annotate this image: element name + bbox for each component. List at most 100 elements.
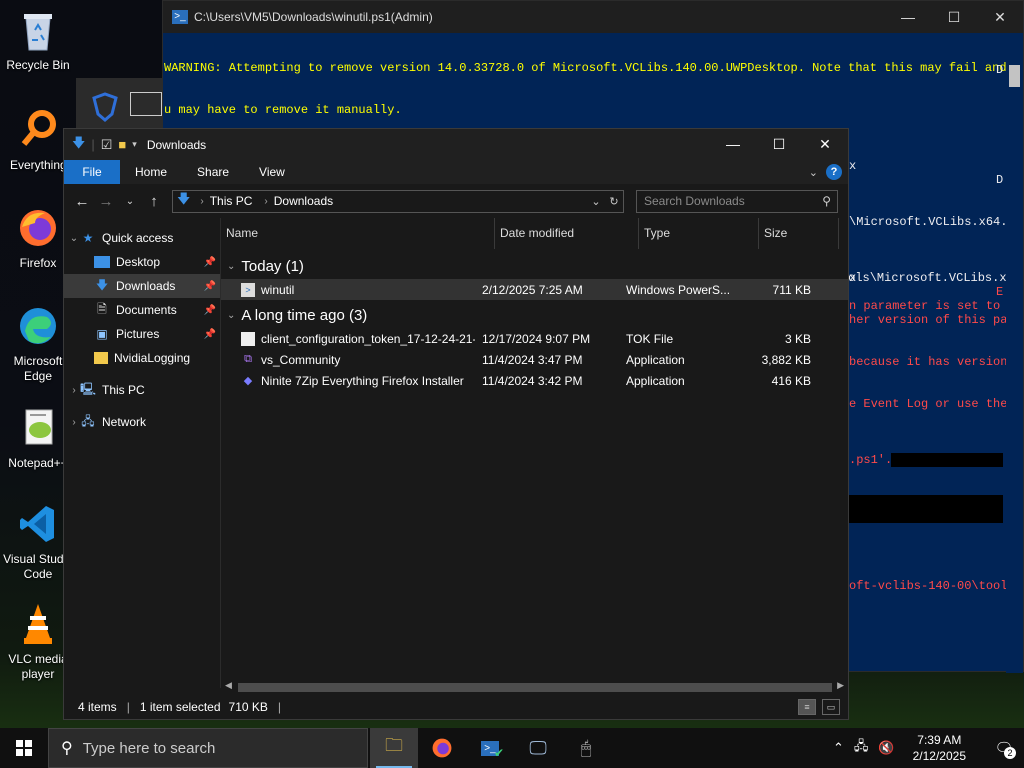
breadcrumb-this-pc[interactable]: This PC — [210, 194, 253, 208]
chevron-down-icon[interactable]: ⌄ — [227, 310, 235, 321]
column-headers: Name Date modified Type Size — [221, 217, 848, 249]
properties-icon[interactable]: ☑ — [101, 137, 113, 153]
search-placeholder: Search Downloads — [644, 194, 745, 208]
file-row[interactable]: > winutil 2/12/2025 7:25 AM Windows Power… — [221, 279, 848, 300]
sidebar-item-documents[interactable]: 🗎 Documents 📌 — [64, 298, 220, 322]
tab-view[interactable]: View — [244, 160, 300, 184]
tab-share[interactable]: Share — [182, 160, 244, 184]
console-fragment: x — [849, 271, 857, 285]
scrollbar-thumb[interactable] — [238, 683, 832, 692]
console-fragment: oft-vclibs-140-00\tool — [849, 579, 1008, 593]
expand-ribbon-icon[interactable]: ⌄ — [809, 166, 818, 179]
taskbar-control-panel[interactable]: 🖵 — [514, 728, 562, 768]
tab-file[interactable]: File — [64, 160, 120, 184]
tab-home[interactable]: Home — [120, 160, 182, 184]
background-app-field[interactable] — [130, 92, 162, 116]
up-button[interactable]: ↑ — [142, 193, 166, 210]
maximize-button[interactable]: ☐ — [931, 9, 977, 26]
new-folder-icon[interactable]: ■ — [118, 137, 126, 152]
group-label: Today (1) — [241, 257, 304, 275]
file-explorer-window[interactable]: 🡇 | ☑ ■ ▾ Downloads — ☐ ✕ File Home Shar… — [63, 128, 849, 720]
column-header-date[interactable]: Date modified — [495, 217, 639, 249]
minimize-button[interactable]: — — [885, 9, 931, 26]
chevron-right-icon[interactable]: › — [68, 385, 80, 396]
group-header[interactable]: ⌄ A long time ago (3) — [221, 302, 848, 328]
console-line: WARNING: Attempting to remove version 14… — [164, 61, 1023, 75]
group-header[interactable]: ⌄ Today (1) — [221, 253, 848, 279]
clock[interactable]: 7:39 AM 2/12/2025 — [905, 732, 974, 764]
explorer-titlebar[interactable]: 🡇 | ☑ ■ ▾ Downloads — ☐ ✕ — [64, 129, 848, 160]
maximize-button[interactable]: ☐ — [756, 136, 802, 153]
scrollbar-thumb[interactable] — [1009, 65, 1020, 87]
address-dropdown-icon[interactable]: ⌄ — [587, 195, 605, 208]
refresh-icon[interactable]: ↻ — [605, 195, 623, 208]
windows-logo-icon — [16, 740, 32, 756]
powershell-title: C:\Users\VM5\Downloads\winutil.ps1(Admin… — [194, 10, 433, 24]
file-date: 11/4/2024 3:42 PM — [482, 373, 583, 388]
help-icon[interactable]: ? — [826, 164, 842, 180]
volume-muted-icon[interactable]: 🔇 — [878, 740, 894, 756]
recent-locations-button[interactable]: ⌄ — [118, 196, 142, 207]
file-type: Application — [626, 352, 685, 367]
taskbar-firefox[interactable] — [418, 728, 466, 768]
breadcrumb-downloads[interactable]: Downloads — [274, 194, 333, 208]
vscode-icon — [14, 500, 62, 548]
powershell-titlebar[interactable]: >_ C:\Users\VM5\Downloads\winutil.ps1(Ad… — [163, 1, 1023, 33]
horizontal-scrollbar[interactable]: ◀ ▶ — [221, 679, 848, 696]
file-name: vs_Community — [261, 352, 341, 367]
taskbar-powershell[interactable]: >_ ✔ — [466, 728, 514, 768]
file-name: client_configuration_token_17-12-24-21-.… — [261, 331, 475, 346]
sidebar-item-label: Pictures — [116, 327, 160, 341]
sidebar-item-network[interactable]: › 🖧 Network — [64, 410, 220, 434]
back-button[interactable]: ← — [70, 193, 94, 210]
large-icons-view-icon[interactable]: ▭ — [822, 699, 840, 715]
powershell-scrollbar[interactable] — [1006, 33, 1023, 673]
mouse-icon: 🖱 — [580, 737, 592, 758]
file-row[interactable]: client_configuration_token_17-12-24-21-.… — [221, 328, 848, 349]
scroll-right-arrow[interactable]: ▶ — [837, 680, 844, 691]
sidebar-item-desktop[interactable]: Desktop 📌 — [64, 250, 220, 274]
selected-size: 710 KB — [228, 700, 268, 714]
firefox-icon — [432, 738, 452, 758]
pin-icon: 📌 — [203, 328, 216, 340]
taskbar-search-box[interactable]: ⚲ Type here to search — [48, 728, 368, 768]
forward-button[interactable]: → — [94, 193, 118, 210]
chevron-down-icon[interactable]: ⌄ — [227, 261, 235, 272]
sidebar-item-this-pc[interactable]: › 🖳 This PC — [64, 378, 220, 402]
sidebar-item-label: This PC — [102, 383, 145, 397]
details-view-icon[interactable]: ≡ — [798, 699, 816, 715]
sidebar-item-downloads[interactable]: 🡇 Downloads 📌 — [64, 274, 220, 298]
search-input[interactable]: Search Downloads ⚲ — [636, 189, 838, 213]
start-button[interactable] — [0, 728, 48, 768]
scroll-left-arrow[interactable]: ◀ — [225, 680, 232, 691]
column-header-type[interactable]: Type — [639, 217, 759, 249]
file-row[interactable]: ⧉ vs_Community 11/4/2024 3:47 PM Applicat… — [221, 349, 848, 370]
chevron-up-icon[interactable]: ⌃ — [833, 740, 844, 756]
console-fragment: D — [996, 173, 1004, 187]
notification-center-button[interactable]: 🗨 2 — [984, 739, 1024, 759]
close-button[interactable]: ✕ — [977, 9, 1023, 26]
star-icon: ★ — [82, 231, 94, 245]
address-bar[interactable]: 🡇 › This PC › Downloads ⌄ ↻ — [172, 189, 624, 213]
item-count: 4 items — [78, 700, 117, 714]
sidebar-item-quick-access[interactable]: ⌄ ★ Quick access — [64, 226, 220, 250]
network-icon[interactable]: 🖧 — [854, 737, 869, 759]
column-header-size[interactable]: Size — [759, 217, 839, 249]
column-header-name[interactable]: Name — [221, 217, 495, 249]
close-button[interactable]: ✕ — [802, 136, 848, 153]
chevron-right-icon[interactable]: › — [68, 417, 80, 428]
file-row[interactable]: ◆ Ninite 7Zip Everything Firefox Installe… — [221, 370, 848, 391]
desktop-icon-recycle-bin[interactable]: Recycle Bin — [0, 6, 76, 73]
background-app-window[interactable] — [76, 78, 164, 128]
breadcrumb-separator[interactable]: › — [200, 196, 203, 207]
sidebar-item-pictures[interactable]: ▣ Pictures 📌 — [64, 322, 220, 346]
chevron-down-icon[interactable]: ▾ — [132, 139, 137, 150]
chevron-down-icon[interactable]: ⌄ — [68, 233, 80, 244]
firefox-icon — [14, 204, 62, 252]
sidebar-item-nvidialogging[interactable]: NvidiaLogging — [64, 346, 220, 370]
breadcrumb-separator[interactable]: › — [264, 196, 267, 207]
taskbar-file-explorer[interactable]: 🗀 — [370, 728, 418, 768]
desktop-folder-icon — [94, 256, 110, 268]
minimize-button[interactable]: — — [710, 136, 756, 153]
taskbar-app[interactable]: 🖱 — [562, 728, 610, 768]
